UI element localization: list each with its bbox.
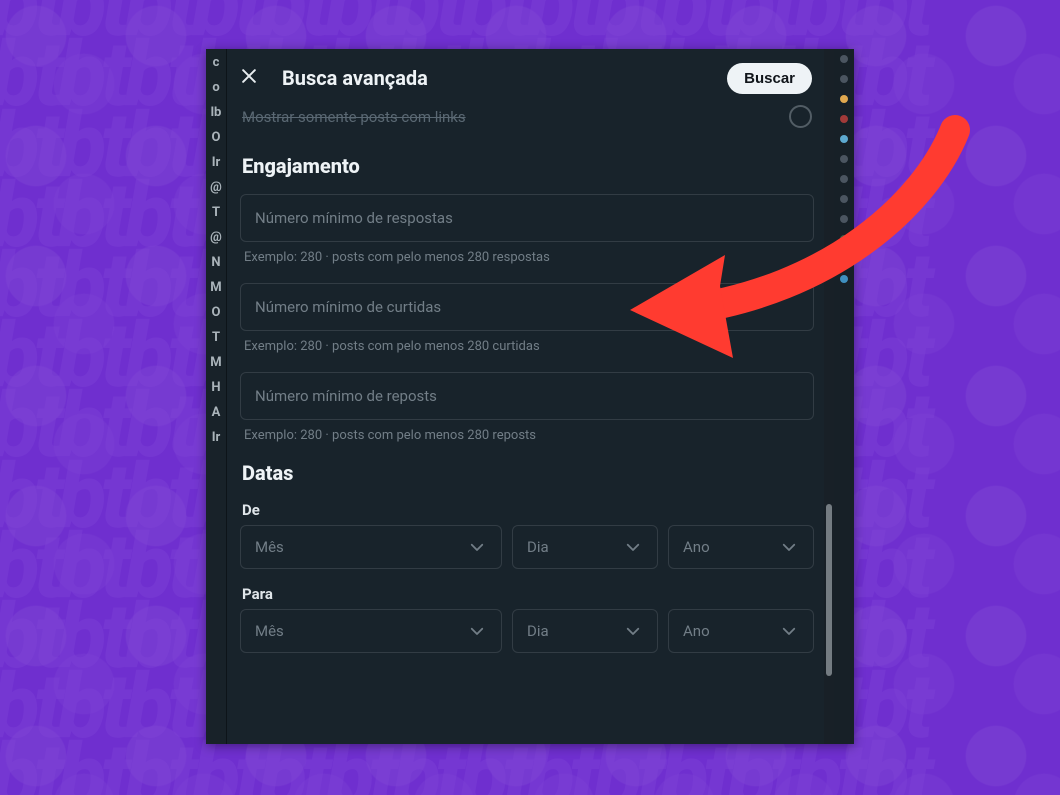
bg-char: A: [212, 405, 221, 420]
bg-char: Ir: [212, 155, 221, 170]
to-year-label: Ano: [683, 622, 710, 640]
min-likes-field[interactable]: Número mínimo de curtidas: [240, 283, 814, 331]
min-likes-placeholder: Número mínimo de curtidas: [255, 298, 799, 316]
min-reposts-field[interactable]: Número mínimo de reposts: [240, 372, 814, 420]
date-to-row: Mês Dia Ano: [240, 609, 814, 653]
chevron-down-icon: [623, 537, 643, 557]
to-month-label: Mês: [255, 622, 284, 640]
bg-dot: [840, 215, 848, 223]
bg-dot: [840, 235, 848, 243]
from-year-select[interactable]: Ano: [668, 525, 814, 569]
bg-char: @: [210, 180, 222, 195]
background-app-left-edge: c o lb O Ir @ T @ N M O T M H A Ir: [206, 49, 227, 744]
bg-dot: [840, 275, 848, 283]
bg-char: c: [213, 55, 220, 70]
bg-char: T: [212, 205, 220, 220]
modal-header: Busca avançada Buscar: [226, 49, 824, 105]
search-button[interactable]: Buscar: [727, 63, 812, 94]
min-reposts-placeholder: Número mínimo de reposts: [255, 387, 799, 405]
min-replies-placeholder: Número mínimo de respostas: [255, 209, 799, 227]
to-year-select[interactable]: Ano: [668, 609, 814, 653]
screenshot-container: c o lb O Ir @ T @ N M O T M H A Ir: [206, 49, 854, 744]
bg-dot: [840, 115, 848, 123]
modal-scroll-area[interactable]: Mostrar somente posts com links Engajame…: [226, 105, 824, 744]
bg-char: O: [212, 305, 221, 320]
bg-dot: [840, 55, 848, 63]
chevron-down-icon: [779, 621, 799, 641]
advanced-search-modal: Busca avançada Buscar Mostrar somente po…: [226, 49, 824, 744]
bg-dot: [840, 95, 848, 103]
bg-dot: [840, 255, 848, 263]
previous-filter-label: Mostrar somente posts com links: [242, 108, 466, 126]
min-replies-hint: Exemplo: 280 · posts com pelo menos 280 …: [244, 250, 814, 265]
date-to-label: Para: [242, 585, 814, 603]
bg-dot: [840, 75, 848, 83]
from-month-label: Mês: [255, 538, 284, 556]
bg-char: Ir: [212, 430, 221, 445]
background-app-right-edge: [833, 49, 854, 744]
scrollbar-thumb[interactable]: [826, 504, 832, 676]
bg-char: O: [212, 130, 221, 145]
date-from-label: De: [242, 501, 814, 519]
dates-section-title: Datas: [242, 461, 814, 485]
to-month-select[interactable]: Mês: [240, 609, 502, 653]
bg-char: @: [210, 230, 222, 245]
from-year-label: Ano: [683, 538, 710, 556]
engagement-section-title: Engajamento: [242, 154, 814, 178]
min-reposts-hint: Exemplo: 280 · posts com pelo menos 280 …: [244, 428, 814, 443]
bg-dot: [840, 175, 848, 183]
bg-char: N: [211, 255, 220, 270]
date-from-row: Mês Dia Ano: [240, 525, 814, 569]
from-day-select[interactable]: Dia: [512, 525, 658, 569]
modal-title: Busca avançada: [282, 66, 711, 90]
min-likes-hint: Exemplo: 280 · posts com pelo menos 280 …: [244, 339, 814, 354]
close-icon: [239, 66, 259, 90]
bg-char: o: [212, 80, 219, 95]
previous-filter-row[interactable]: Mostrar somente posts com links: [240, 105, 814, 138]
from-month-select[interactable]: Mês: [240, 525, 502, 569]
bg-char: M: [210, 355, 221, 370]
chevron-down-icon: [467, 537, 487, 557]
bg-char: lb: [211, 105, 222, 120]
chevron-down-icon: [779, 537, 799, 557]
bg-dot: [840, 135, 848, 143]
bg-char: T: [212, 330, 220, 345]
chevron-down-icon: [623, 621, 643, 641]
bg-char: H: [211, 380, 220, 395]
min-replies-field[interactable]: Número mínimo de respostas: [240, 194, 814, 242]
to-day-label: Dia: [527, 622, 549, 640]
bg-dot: [840, 195, 848, 203]
previous-filter-radio[interactable]: [789, 105, 812, 128]
bg-char: M: [210, 280, 221, 295]
from-day-label: Dia: [527, 538, 549, 556]
chevron-down-icon: [467, 621, 487, 641]
to-day-select[interactable]: Dia: [512, 609, 658, 653]
close-button[interactable]: [232, 61, 266, 95]
bg-dot: [840, 155, 848, 163]
